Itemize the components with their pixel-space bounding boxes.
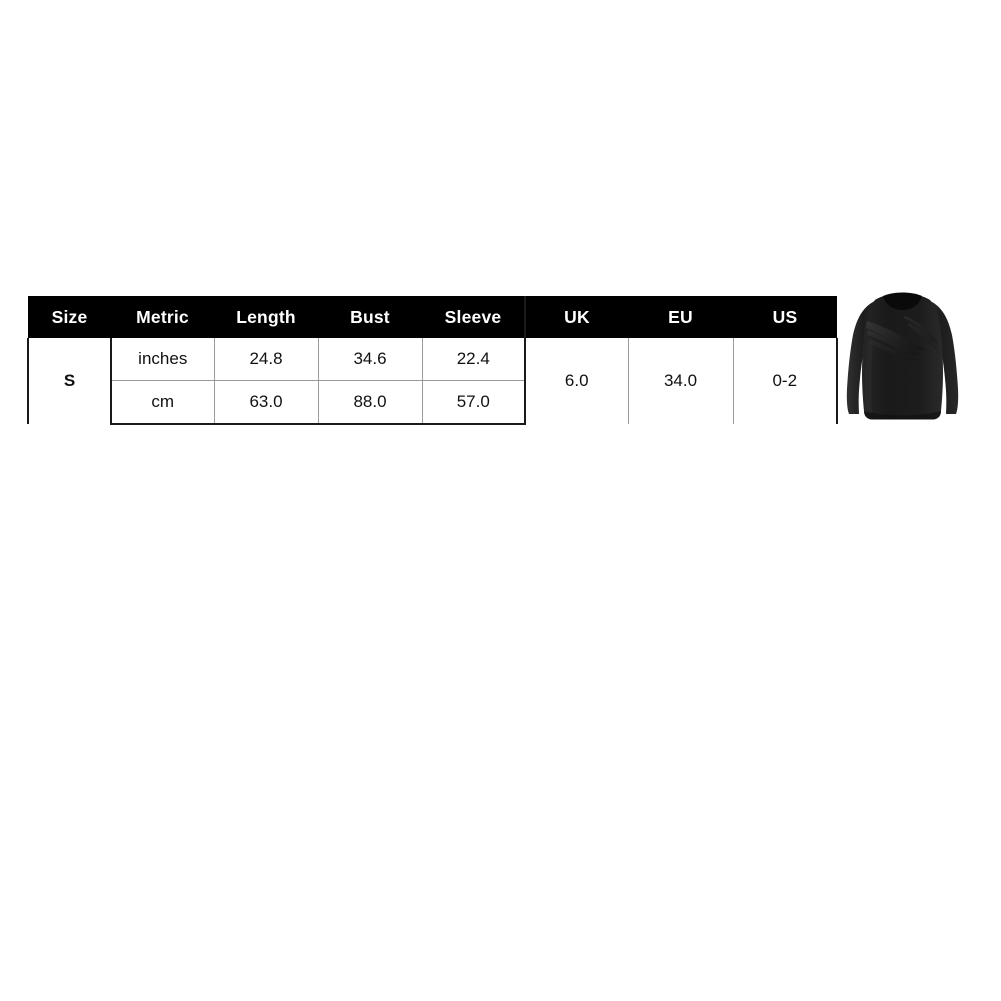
cell-sleeve-cm: 57.0 <box>421 380 526 425</box>
column-header-eu: EU <box>628 296 733 338</box>
cell-bust-cm: 88.0 <box>317 380 423 425</box>
garment-illustration <box>846 292 959 420</box>
column-header-sleeve: Sleeve <box>422 296 526 338</box>
cell-us-value: 0-2 <box>732 338 838 424</box>
cell-size-value: S <box>27 338 112 424</box>
cell-metric-cm: cm <box>110 380 215 425</box>
table-row-size-s-inches: S inches 24.8 34.6 22.4 6.0 34.0 0-2 <box>27 338 838 424</box>
cell-bust-inches: 34.6 <box>317 338 423 381</box>
cell-uk-value: 6.0 <box>524 338 629 424</box>
product-image-black-long-sleeve-top <box>845 283 960 428</box>
table-header: Size Metric Length Bust Sleeve UK EU US <box>28 296 837 338</box>
size-chart-table: Size Metric Length Bust Sleeve UK EU US … <box>27 296 838 425</box>
header-row: Size Metric Length Bust Sleeve UK EU US <box>28 296 837 338</box>
cell-eu-value: 34.0 <box>627 338 734 424</box>
column-header-uk: UK <box>525 296 628 338</box>
column-header-length: Length <box>214 296 318 338</box>
table-body: S inches 24.8 34.6 22.4 6.0 34.0 0-2 cm … <box>27 338 838 425</box>
cell-length-cm: 63.0 <box>213 380 319 425</box>
column-header-size: Size <box>28 296 111 338</box>
cell-sleeve-inches: 22.4 <box>421 338 526 381</box>
column-header-metric: Metric <box>111 296 214 338</box>
cell-metric-inches: inches <box>110 338 215 381</box>
cell-length-inches: 24.8 <box>213 338 319 381</box>
column-header-bust: Bust <box>318 296 422 338</box>
column-header-us: US <box>733 296 837 338</box>
